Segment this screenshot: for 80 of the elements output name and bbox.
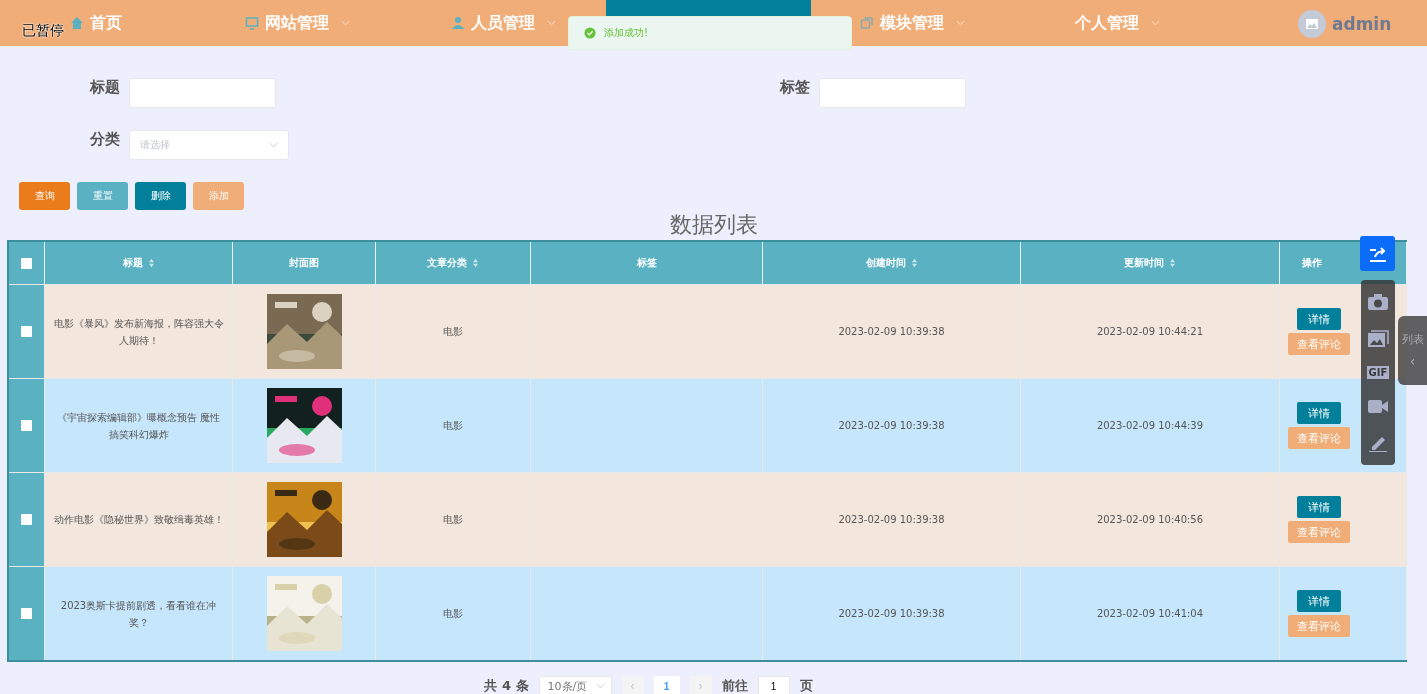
column-header: 操作 <box>1302 256 1322 270</box>
table-cell: 电影 <box>443 512 463 527</box>
sort-icon[interactable] <box>472 258 479 268</box>
field-label: 标题 <box>88 78 121 97</box>
gif-button[interactable]: GIF <box>1366 365 1390 379</box>
table-cell: 电影 <box>443 324 463 339</box>
home-icon <box>70 16 84 30</box>
table-cell: 2023-02-09 10:44:39 <box>1096 420 1204 431</box>
page-input[interactable]: 1 <box>757 676 790 694</box>
tag-input[interactable] <box>819 78 966 108</box>
table-cell: 2023-02-09 10:39:38 <box>838 420 945 431</box>
row-checkbox[interactable] <box>21 326 32 337</box>
column-header: 文章分类 <box>427 256 467 270</box>
page-number[interactable]: 1 <box>653 676 680 694</box>
monitor-icon <box>245 16 259 30</box>
table-cell: 2023-02-09 10:44:21 <box>1096 326 1204 337</box>
column-header: 封面图 <box>289 256 319 270</box>
comments-button[interactable]: 查看评论 <box>1288 333 1350 355</box>
sort-icon[interactable] <box>1169 258 1176 268</box>
delete-button[interactable]: 删除 <box>135 182 186 210</box>
add-button[interactable]: 添加 <box>193 182 244 210</box>
table-cell: 2023-02-09 10:39:38 <box>838 514 945 525</box>
comments-button[interactable]: 查看评论 <box>1288 427 1350 449</box>
table-cell-text: 《宇宙探索编辑部》曝概念预告 魔性搞笑科幻爆炸 <box>55 410 222 442</box>
check-circle-icon <box>584 27 596 39</box>
previous-page-button[interactable]: ‹ <box>621 676 644 694</box>
table-cell: 2023-02-09 10:41:04 <box>1096 608 1204 619</box>
page-size-select[interactable]: 10条/页 <box>538 676 612 694</box>
chevron-down-icon <box>269 142 278 148</box>
table-cell-text: 动作电影《隐秘世界》致敬缉毒英雄！ <box>52 513 225 527</box>
share-button[interactable] <box>1360 236 1395 271</box>
user-name[interactable]: admin <box>1332 14 1392 34</box>
comments-button[interactable]: 查看评论 <box>1288 521 1350 543</box>
column-header: 创建时间 <box>865 256 906 270</box>
select-all-checkbox[interactable] <box>21 257 32 269</box>
next-page-button[interactable]: › <box>689 676 712 694</box>
table-cell: 电影 <box>443 606 463 621</box>
table-cell: 2023-02-09 10:40:56 <box>1096 514 1204 525</box>
goto-label: 前往 <box>721 677 748 694</box>
nav-item[interactable]: 首页 <box>70 0 122 46</box>
nav-item[interactable]: 个人管理 <box>1075 0 1160 46</box>
column-header: 标题 <box>122 256 143 270</box>
column-header: 标签 <box>636 256 657 270</box>
nav-item[interactable]: 人员管理 <box>451 0 556 46</box>
image-icon[interactable] <box>1367 329 1389 348</box>
table-cell: 2023-02-09 10:39:38 <box>838 326 945 337</box>
total-count: 共 4 条 <box>484 677 529 694</box>
search-button[interactable]: 查询 <box>19 182 70 210</box>
row-checkbox[interactable] <box>21 608 32 619</box>
table-cell: 电影 <box>443 418 463 433</box>
paused-label: 已暂停 <box>22 22 64 40</box>
detail-button[interactable]: 详情 <box>1297 590 1341 612</box>
nav-item[interactable]: 网站管理 <box>245 0 350 46</box>
comments-button[interactable]: 查看评论 <box>1288 615 1350 637</box>
nav-item[interactable]: 模块管理 <box>860 0 965 46</box>
table-cell-text: 电影《暴风》发布新海报，阵容强大令人期待！ <box>52 316 225 348</box>
field-label: 标签 <box>778 78 811 97</box>
video-camera-icon[interactable] <box>1367 397 1389 416</box>
side-tab[interactable]: 列表 ‹ <box>1398 316 1427 385</box>
field-label: 分类 <box>89 130 121 149</box>
table-cell: 2023-02-09 10:39:38 <box>838 608 945 619</box>
chevron-down-icon <box>595 683 605 689</box>
detail-button[interactable]: 详情 <box>1297 496 1341 518</box>
detail-button[interactable]: 详情 <box>1297 308 1341 330</box>
reset-button[interactable]: 重置 <box>77 182 128 210</box>
detail-button[interactable]: 详情 <box>1297 402 1341 424</box>
column-header: 更新时间 <box>1124 256 1164 270</box>
row-checkbox[interactable] <box>21 420 32 431</box>
toast-message: 添加成功! <box>604 26 648 40</box>
table-cell-text: 2023奥斯卡提前剧透，看看谁在冲奖？ <box>59 598 218 630</box>
avatar-icon[interactable] <box>1298 10 1326 38</box>
table-title: 数据列表 <box>668 211 759 239</box>
title-input[interactable] <box>129 78 276 108</box>
sort-icon[interactable] <box>910 258 918 268</box>
copy-icon <box>860 16 874 30</box>
sort-icon[interactable] <box>147 258 155 268</box>
user-icon <box>451 16 465 30</box>
page-suffix: 页 <box>799 677 813 694</box>
camera-icon[interactable] <box>1367 293 1389 312</box>
row-checkbox[interactable] <box>21 514 32 525</box>
